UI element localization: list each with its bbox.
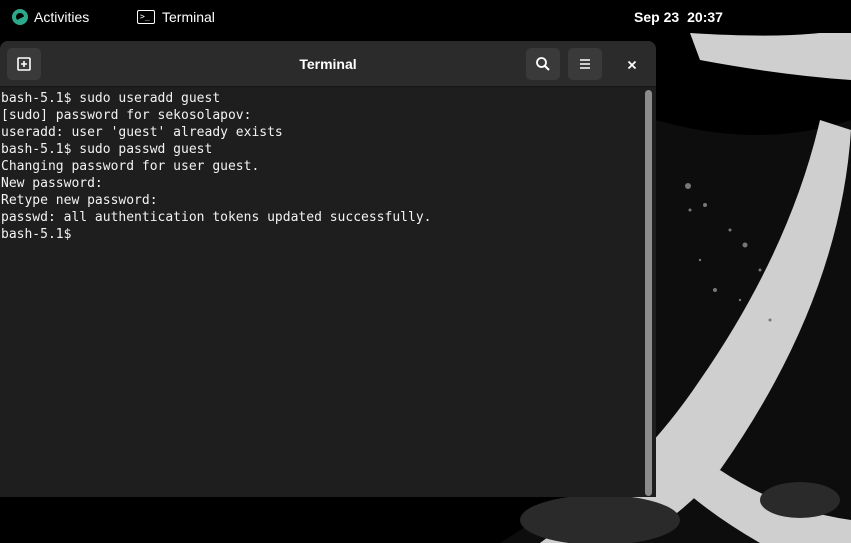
search-icon xyxy=(536,57,550,71)
terminal-line: Retype new password: xyxy=(1,193,158,208)
terminal-line: [sudo] password for sekosolapov: xyxy=(1,108,252,123)
app-menu-button[interactable]: >_ Terminal xyxy=(137,0,215,33)
activities-button[interactable]: Activities xyxy=(12,0,89,33)
clock-time: 20:37 xyxy=(687,8,723,25)
scrollbar-thumb[interactable] xyxy=(645,90,652,496)
terminal-scrollbar[interactable] xyxy=(643,90,653,496)
terminal-line: bash-5.1$ sudo passwd guest xyxy=(1,142,213,157)
close-button[interactable] xyxy=(620,53,644,77)
terminal-app-icon: >_ xyxy=(137,9,155,24)
hamburger-menu-icon xyxy=(580,59,590,69)
terminal-line: passwd: all authentication tokens update… xyxy=(1,210,432,225)
clock-button[interactable]: Sep 23 20:37 xyxy=(634,0,723,33)
terminal-line: Changing password for user guest. xyxy=(1,159,260,174)
app-menu-label: Terminal xyxy=(162,8,215,25)
new-tab-icon xyxy=(17,57,31,71)
top-bar: Activities >_ Terminal Sep 23 20:37 xyxy=(0,0,851,33)
new-tab-button[interactable] xyxy=(7,48,41,80)
search-button[interactable] xyxy=(526,48,560,80)
header-bar[interactable]: Terminal xyxy=(0,41,656,87)
clock-date: Sep 23 xyxy=(634,8,680,25)
distro-logo-icon xyxy=(12,8,28,25)
terminal-output[interactable]: bash-5.1$ sudo useradd guest [sudo] pass… xyxy=(0,87,642,497)
terminal-line: New password: xyxy=(1,176,103,191)
terminal-window: Terminal bash-5.1$ sudo useradd guest [s… xyxy=(0,41,656,497)
main-menu-button[interactable] xyxy=(568,48,602,80)
close-icon xyxy=(627,60,637,70)
terminal-prompt-line: bash-5.1$ xyxy=(1,227,72,242)
terminal-line: bash-5.1$ sudo useradd guest xyxy=(1,91,221,106)
activities-label: Activities xyxy=(34,8,90,25)
terminal-line: useradd: user 'guest' already exists xyxy=(1,125,283,140)
desktop: Activities >_ Terminal Sep 23 20:37 Term… xyxy=(0,0,851,543)
